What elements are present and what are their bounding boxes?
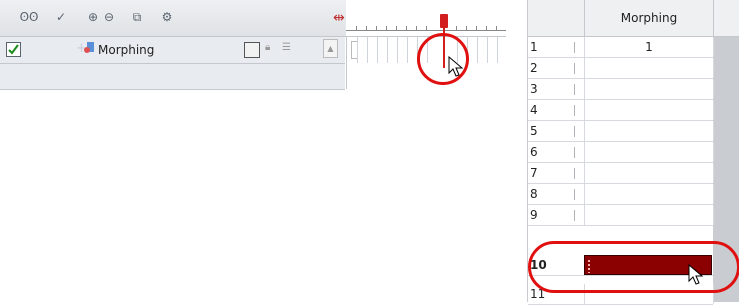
xsheet-cell[interactable] [584, 100, 714, 120]
layer-list-empty-area [0, 64, 345, 90]
row-tick [574, 126, 575, 137]
frame-number: 8 [530, 187, 538, 201]
ruler-tick [386, 26, 387, 31]
remove-layer-icon[interactable]: ⊖ [100, 10, 118, 24]
frame-gridline [357, 37, 358, 63]
enable-icon[interactable]: ✓ [52, 10, 70, 24]
row-tick [574, 189, 575, 200]
frame-gridline [497, 37, 498, 63]
layer-name: Morphing [98, 43, 155, 57]
xsheet-row: 4 [528, 100, 714, 121]
frame-number: 2 [530, 61, 538, 75]
ruler-tick [426, 26, 427, 31]
ruler-tick [466, 26, 467, 31]
lock-icon[interactable]: 🔒︎ [265, 42, 270, 53]
xsheet-row: 8 [528, 184, 714, 205]
ruler-tick [416, 26, 417, 31]
frame-number: 1 [530, 40, 538, 54]
layer-row-morphing[interactable]: + Morphing 🔒︎ ☰ ▲ [0, 37, 345, 64]
xsheet-cell[interactable] [584, 142, 714, 162]
frame-number: 7 [530, 166, 538, 180]
ruler-tick [376, 26, 377, 31]
row-tick [574, 210, 575, 221]
xsheet-cell[interactable] [584, 58, 714, 78]
collapse-splitter-icon[interactable]: ⇹ [333, 10, 345, 26]
xsheet-row: 6 [528, 142, 714, 163]
timeline-panel: ʘʘ ✓ ⊕ ⊖ ⧉ ⚙ ⇹ + Morphing 🔒︎ ☰ ▲ [0, 0, 507, 90]
frame-gridline [397, 37, 398, 63]
onion-skin-icon[interactable]: ʘʘ [20, 10, 39, 24]
xsheet-header: Morphing [528, 0, 739, 37]
frame-number: 6 [530, 145, 538, 159]
xsheet-row: 5 [528, 121, 714, 142]
layer-properties-icon[interactable]: ⚙ [158, 10, 176, 24]
row-tick [574, 63, 575, 74]
playhead-handle[interactable] [440, 14, 448, 28]
xsheet-cell[interactable] [584, 121, 714, 141]
frame-gridline [377, 37, 378, 63]
xsheet-cell[interactable] [584, 79, 714, 99]
xsheet-row: 1 1 [528, 37, 714, 58]
drawing-layer-icon [84, 42, 94, 53]
scroll-up-button[interactable]: ▲ [323, 39, 338, 58]
xsheet-row: 3 [528, 79, 714, 100]
frame-gridline [477, 37, 478, 63]
frame-number: 9 [530, 208, 538, 222]
frame-gridline [367, 37, 368, 63]
row-tick [574, 84, 575, 95]
frame-number: 5 [530, 124, 538, 138]
xsheet-row: 9 [528, 205, 714, 226]
frame-ruler[interactable] [346, 0, 506, 36]
frame-gridline [487, 37, 488, 63]
ruler-tick [396, 26, 397, 31]
ruler-tick [486, 26, 487, 31]
checkmark-icon [8, 44, 19, 55]
xsheet-row: 2 [528, 58, 714, 79]
xsheet-cell[interactable] [584, 184, 714, 204]
row-tick [574, 147, 575, 158]
frame-number: 4 [530, 103, 538, 117]
column-header-morphing[interactable]: Morphing [584, 0, 714, 36]
ruler-tick [406, 26, 407, 31]
row-tick [574, 105, 575, 116]
xsheet-cell[interactable] [584, 205, 714, 225]
ruler-tick [476, 26, 477, 31]
xsheet-cell[interactable] [584, 163, 714, 183]
mouse-cursor-icon [448, 56, 464, 77]
highlight-circle [528, 241, 739, 293]
mouse-cursor-icon [688, 264, 704, 285]
ruler-tick [356, 26, 357, 31]
ruler-tick [496, 26, 497, 31]
frame-gridline [407, 37, 408, 63]
row-tick [574, 168, 575, 179]
layer-enable-checkbox[interactable] [6, 42, 21, 57]
layer-stack-icon[interactable]: ☰ [282, 42, 291, 53]
layer-color-swatch[interactable] [244, 42, 260, 58]
xsheet-panel: Morphing 1 1 2 3 4 5 6 7 8 9 10 11 [527, 0, 739, 305]
xsheet-cell[interactable]: 1 [584, 37, 714, 57]
row-tick [574, 42, 575, 53]
frame-gridline [387, 37, 388, 63]
ruler-tick [456, 26, 457, 31]
xsheet-row: 7 [528, 163, 714, 184]
ruler-tick [366, 26, 367, 31]
add-peg-icon[interactable]: ⧉ [128, 10, 146, 24]
frame-number: 3 [530, 82, 538, 96]
